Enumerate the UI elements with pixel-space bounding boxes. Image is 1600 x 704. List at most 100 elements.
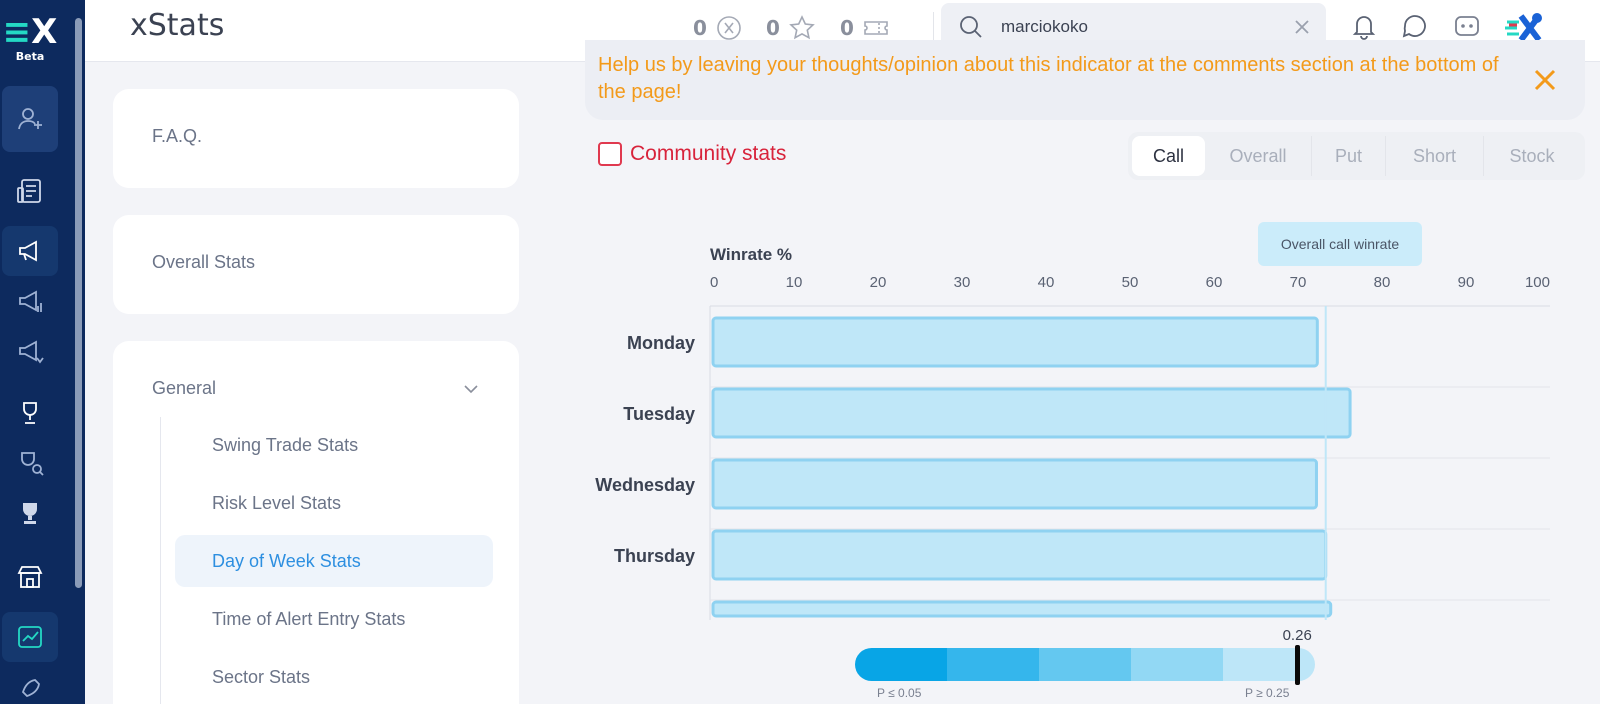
x-tick-label: 80 [1374,274,1391,291]
star-icon [789,15,815,40]
document-icon [17,179,41,203]
community-stats-label: Community stats [630,142,787,165]
app-logo[interactable]: ≡X Beta [0,0,60,68]
megaphone-chart-icon [19,290,42,312]
rail-item-alerts-stats[interactable] [2,276,58,326]
x-tick-label: 30 [954,274,971,291]
community-stats-checkbox[interactable] [598,142,622,166]
significance-scale [855,648,1315,681]
stats-type-tabs: Call Overall Put Short Stock [1128,132,1585,180]
reference-line-tooltip: Overall call winrate [1258,222,1422,266]
overall-stats-card[interactable]: Overall Stats [113,215,519,314]
tab-stock[interactable]: Stock [1484,136,1580,176]
sidebar-item-risk-level[interactable]: Risk Level Stats [175,477,493,529]
x-tick-label: 10 [786,274,803,291]
search-icon [960,16,982,38]
search-input[interactable] [1001,17,1291,37]
x-tick-label: 50 [1122,274,1139,291]
trophy-search-icon [21,452,44,476]
rail-item-awards[interactable] [2,488,58,538]
x-tick-label: 60 [1206,274,1223,291]
faq-card[interactable]: F.A.Q. [113,89,519,188]
bar-partial-next [711,600,1333,618]
store-icon [17,566,43,588]
rail-item-store[interactable] [2,552,58,602]
megaphone-thumb-icon [19,340,44,364]
tab-short[interactable]: Short [1386,136,1484,176]
x-coin-icon [717,16,741,40]
close-icon[interactable] [1531,66,1559,94]
rail-item-trophy-stats[interactable] [2,438,58,488]
tab-put[interactable]: Put [1312,136,1386,176]
add-user-icon [18,108,42,130]
winrate-chart-svg: Winrate % 0 10 20 30 40 50 60 70 80 90 100 Monday Tue… [595,245,1550,620]
clear-search-icon[interactable] [1290,15,1314,39]
app-root: ≡X Beta xStats 0 0 0 marciokoko F.A.Q. O… [0,0,1600,704]
bar-thursday [711,529,1328,581]
add-user-button[interactable] [2,86,58,152]
overall-stats-link[interactable]: Overall Stats [152,252,255,273]
tab-overall[interactable]: Overall [1205,136,1312,176]
rail-item-xstats[interactable] [2,612,58,662]
submenu-guide-line [160,417,161,704]
header-divider [933,12,934,42]
general-stats-card: General Swing Trade Stats Risk Level Sta… [113,341,519,704]
faq-link[interactable]: F.A.Q. [152,126,202,147]
x-tick-label: 100 [1525,274,1550,291]
x-tick-label: 90 [1458,274,1475,291]
category-label: Monday [627,333,695,353]
category-label: Wednesday [595,475,695,495]
sidebar-item-day-of-week[interactable]: Day of Week Stats [175,535,493,587]
chevron-down-icon[interactable] [461,379,481,399]
ticket-counter[interactable]: 0 [840,14,890,42]
notification-bell-icon[interactable] [1348,10,1380,42]
discord-icon[interactable] [1451,10,1483,42]
significance-legend: 0.26 P ≤ 0.05 P ≥ 0.25 [855,627,1315,704]
significance-marker [1294,645,1300,685]
star-counter[interactable]: 0 [766,14,816,42]
rocket-icon [21,679,40,698]
significance-segment-2 [947,648,1039,681]
ticket-icon [864,21,888,35]
chart-title: Winrate % [710,245,792,264]
ticket-count: 0 [840,16,854,40]
significance-low-label: P ≤ 0.05 [877,686,922,700]
category-label: Thursday [614,546,695,566]
chart-line-icon [18,626,42,648]
banner-message: Help us by leaving your thoughts/opinion… [598,54,1499,103]
trophy-icon [23,402,37,424]
feedback-banner: Help us by leaving your thoughts/opinion… [585,40,1585,120]
sidebar-item-sector[interactable]: Sector Stats [175,651,493,703]
community-stats-toggle[interactable]: Community stats [598,142,786,166]
left-rail: ≡X Beta [0,0,85,704]
sidebar-item-time-of-entry[interactable]: Time of Alert Entry Stats [175,593,493,645]
x-tick-label: 70 [1290,274,1307,291]
page-title: xStats [130,8,225,43]
chat-icon[interactable] [1399,10,1431,42]
rail-item-documents[interactable] [2,166,58,216]
significance-segment-4 [1131,648,1223,681]
x-coin-count: 0 [693,16,707,40]
x-tick-label: 0 [710,274,718,291]
general-section-label[interactable]: General [152,378,216,399]
x-tick-label: 40 [1038,274,1055,291]
sidebar-item-swing-trade[interactable]: Swing Trade Stats [175,419,493,471]
star-count: 0 [766,16,780,40]
logo-mark: ≡X [2,12,58,52]
tab-call[interactable]: Call [1132,136,1205,176]
rail-item-alerts-feedback[interactable] [2,326,58,376]
x-coin-counter[interactable]: 0 [693,14,743,42]
rail-item-rocket[interactable] [2,664,58,704]
significance-segment-5 [1223,648,1315,681]
significance-segment-1 [855,648,947,681]
rail-item-leaderboard[interactable] [2,388,58,438]
significance-segment-3 [1039,648,1131,681]
rail-scrollbar[interactable] [75,18,82,588]
winrate-chart: Winrate % 0 10 20 30 40 50 60 70 80 90 100 Monday Tue… [585,240,1585,620]
significance-value: 0.26 [1282,627,1312,644]
trophy-solid-icon [23,503,37,524]
bar-wednesday [711,458,1318,510]
significance-high-label: P ≥ 0.25 [1245,686,1290,700]
rail-item-alerts[interactable] [2,226,58,276]
bar-monday [711,316,1319,368]
